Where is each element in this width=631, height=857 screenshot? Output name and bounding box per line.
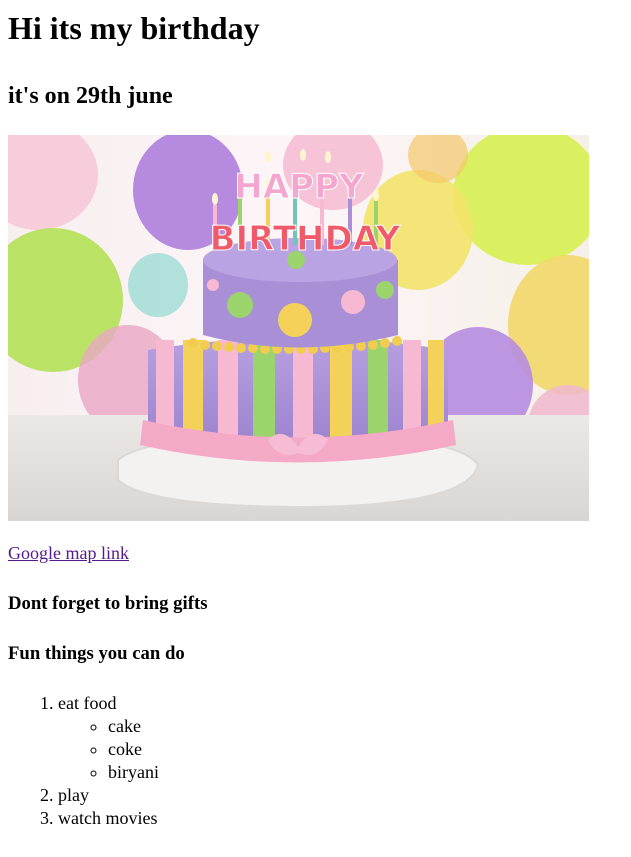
list-item-label: eat food bbox=[58, 693, 117, 713]
list-item: watch movies bbox=[58, 807, 623, 830]
list-item: eat food cake coke biryani bbox=[58, 692, 623, 784]
birthday-candle-letters: BIRTHDAY bbox=[210, 219, 401, 259]
sublist-item: cake bbox=[108, 715, 623, 738]
page-title: Hi its my birthday bbox=[8, 10, 260, 46]
food-sublist: cake coke biryani bbox=[58, 715, 623, 784]
birthday-cake-image: HAPPY BIRTHDAY bbox=[8, 135, 589, 521]
gifts-reminder: Dont forget to bring gifts bbox=[8, 593, 208, 614]
happy-candle-letters: HAPPY bbox=[234, 167, 364, 207]
fun-things-list: eat food cake coke biryani play watch mo… bbox=[8, 692, 623, 830]
google-map-link[interactable]: Google map link bbox=[8, 541, 129, 565]
fun-things-heading: Fun things you can do bbox=[8, 643, 185, 664]
page: Hi its my birthday it's on 29th june HAP… bbox=[0, 8, 631, 830]
list-item: play bbox=[58, 784, 623, 807]
sublist-item: coke bbox=[108, 738, 623, 761]
birthday-date-heading: it's on 29th june bbox=[8, 83, 173, 109]
sublist-item: biryani bbox=[108, 761, 623, 784]
